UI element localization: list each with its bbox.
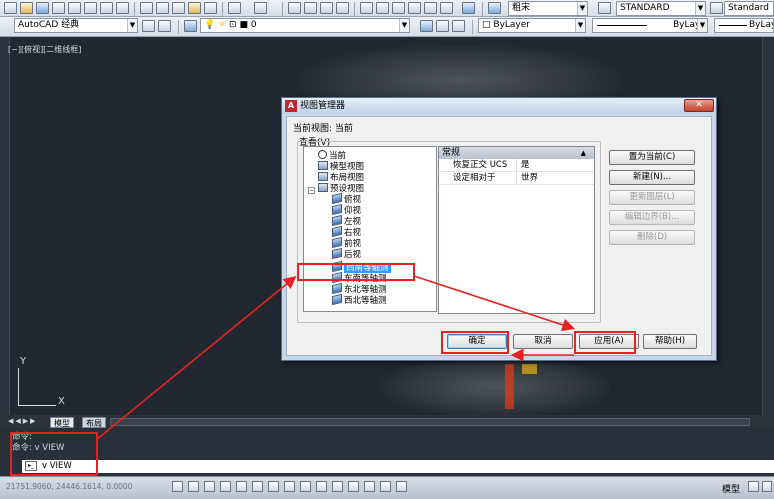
arrow-to-apply [413,275,576,332]
annotation-arrows [95,275,576,441]
arrow-to-tree-item [95,275,297,441]
